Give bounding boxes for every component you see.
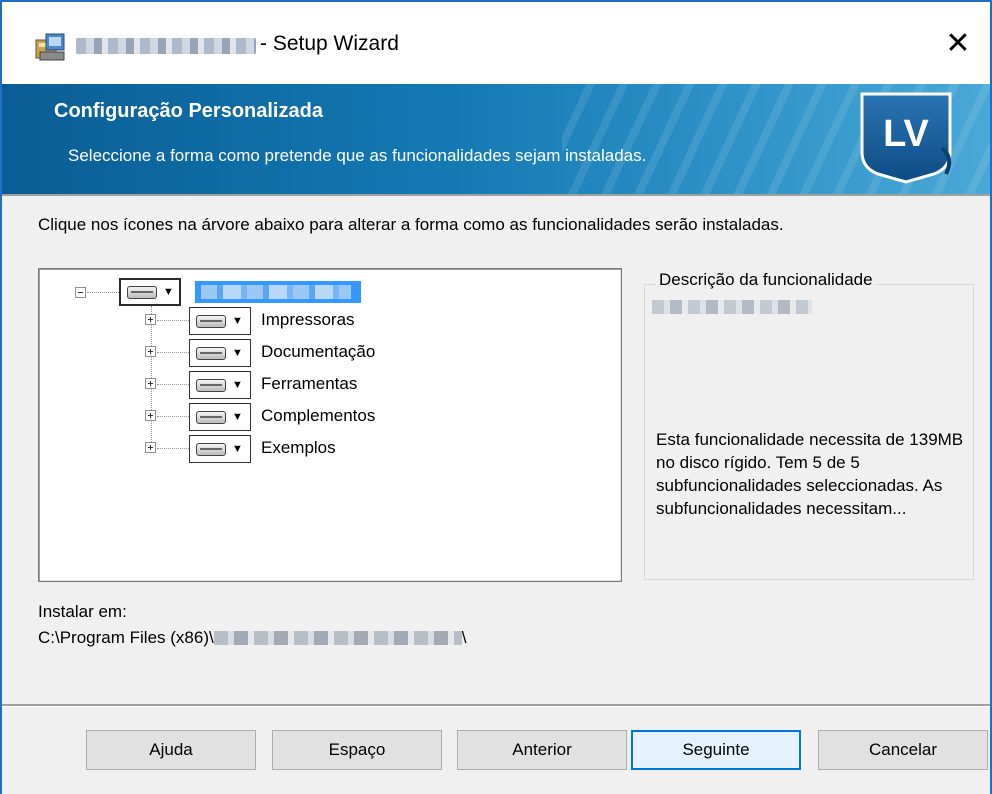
tree-connector (157, 320, 189, 321)
tree-connector (157, 384, 189, 385)
tree-connector (157, 352, 189, 353)
chevron-down-icon: ▼ (232, 410, 243, 423)
page-title: Configuração Personalizada (54, 100, 323, 122)
expand-toggle-icon[interactable] (145, 378, 156, 389)
feature-label[interactable]: Ferramentas (261, 374, 357, 394)
feature-label[interactable]: Exemplos (261, 438, 336, 458)
install-path-prefix: C:\Program Files (x86)\ (38, 628, 214, 647)
feature-description-legend: Descrição da funcionalidade (656, 270, 876, 290)
tree-connector (87, 292, 119, 293)
expand-toggle-icon[interactable] (145, 314, 156, 325)
hard-drive-icon (196, 378, 226, 392)
chevron-down-icon: ▼ (232, 346, 243, 359)
root-feature-label[interactable] (195, 281, 361, 303)
tree-connector (157, 448, 189, 449)
feature-state-button[interactable]: ▼ (189, 339, 251, 367)
back-button[interactable]: Anterior (457, 730, 627, 770)
root-feature-state-button[interactable]: ▼ (119, 278, 181, 306)
page-subtitle: Seleccione a forma como pretende que as … (68, 146, 647, 165)
blurred-install-folder (213, 631, 462, 645)
help-button[interactable]: Ajuda (86, 730, 256, 770)
footer-divider (2, 704, 990, 706)
next-button[interactable]: Seguinte (631, 730, 801, 770)
chevron-down-icon: ▼ (232, 314, 243, 327)
logo-text: LV (883, 113, 929, 155)
feature-state-button[interactable]: ▼ (189, 435, 251, 463)
banner-divider (2, 194, 990, 196)
blurred-feature-name (652, 300, 812, 314)
instructions-text: Clique nos ícones na árvore abaixo para … (38, 215, 784, 234)
hard-drive-icon (196, 314, 226, 328)
chevron-down-icon: ▼ (232, 378, 243, 391)
hard-drive-icon (127, 285, 157, 299)
chevron-down-icon: ▼ (163, 285, 174, 298)
tree-connector (157, 416, 189, 417)
feature-state-button[interactable]: ▼ (189, 307, 251, 335)
hard-drive-icon (196, 442, 226, 456)
title-bar[interactable]: - Setup Wizard ✕ (2, 2, 990, 84)
feature-tree[interactable]: ▼ ▼ Impressoras ▼ Documentação ▼ Ferrame… (38, 268, 622, 582)
product-logo: LV (860, 92, 952, 184)
cancel-button[interactable]: Cancelar (818, 730, 988, 770)
chevron-down-icon: ▼ (232, 442, 243, 455)
feature-state-button[interactable]: ▼ (189, 403, 251, 431)
blurred-product-name (76, 38, 256, 54)
feature-label[interactable]: Complementos (261, 406, 375, 426)
disk-space-button[interactable]: Espaço (272, 730, 442, 770)
root-collapse-toggle[interactable] (75, 287, 86, 298)
feature-label[interactable]: Impressoras (261, 310, 355, 330)
window-title: - Setup Wizard (260, 32, 399, 55)
hard-drive-icon (196, 346, 226, 360)
feature-description-text: Esta funcionalidade necessita de 139MB n… (656, 430, 964, 518)
install-path-suffix: \ (461, 628, 467, 647)
close-button[interactable]: ✕ (938, 24, 978, 64)
expand-toggle-icon[interactable] (145, 346, 156, 357)
feature-label[interactable]: Documentação (261, 342, 375, 362)
setup-wizard-window: - Setup Wizard ✕ Configuração Personaliz… (0, 0, 992, 794)
expand-toggle-icon[interactable] (145, 442, 156, 453)
installer-app-icon (35, 33, 65, 61)
feature-state-button[interactable]: ▼ (189, 371, 251, 399)
tree-connector (151, 306, 152, 448)
install-location-path: C:\Program Files (x86)\ \ (38, 628, 466, 648)
blurred-root-feature-name (201, 285, 351, 299)
expand-toggle-icon[interactable] (145, 410, 156, 421)
hard-drive-icon (196, 410, 226, 424)
install-location-label: Instalar em: (38, 602, 127, 621)
